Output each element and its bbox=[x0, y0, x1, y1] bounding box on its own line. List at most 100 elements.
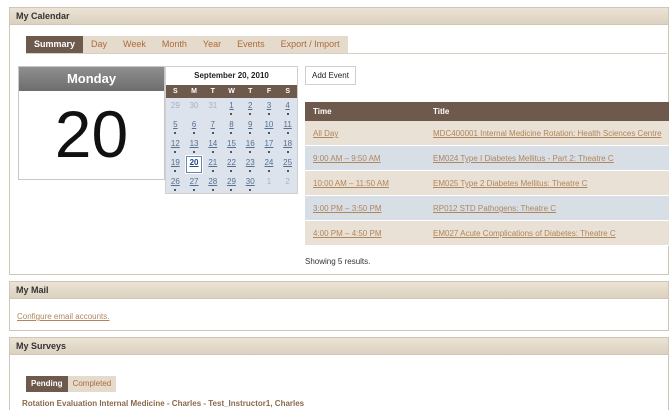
mini-calendar-day[interactable]: 27 bbox=[185, 174, 204, 193]
mail-panel-header: My Mail bbox=[10, 282, 668, 299]
surveys-panel: My Surveys Pending Completed Rotation Ev… bbox=[9, 337, 669, 410]
weekday-label: M bbox=[191, 88, 197, 95]
tab-day[interactable]: Day bbox=[83, 36, 116, 53]
mini-calendar-day[interactable]: 13 bbox=[185, 136, 204, 155]
events-table-body: All Day MDC400001 Internal Medicine Rotat… bbox=[305, 121, 669, 246]
mini-calendar-day[interactable]: 6 bbox=[185, 117, 204, 136]
event-time-link[interactable]: All Day bbox=[313, 129, 338, 138]
mini-calendar-day[interactable]: 12 bbox=[166, 136, 185, 155]
mini-calendar-day[interactable]: 26 bbox=[166, 174, 185, 193]
mini-calendar-day[interactable]: 21 bbox=[203, 155, 222, 174]
table-row: 4:00 PM – 4:50 PM EM027 Acute Complicatio… bbox=[305, 221, 669, 246]
mini-calendar-day[interactable]: 10 bbox=[260, 117, 279, 136]
mini-calendar-day: 31 bbox=[208, 101, 218, 110]
mini-calendar-day[interactable]: 3 bbox=[260, 98, 279, 117]
mini-calendar-day[interactable]: 11 bbox=[278, 117, 297, 136]
configure-email-link[interactable]: Configure email accounts. bbox=[17, 312, 110, 321]
tab-month[interactable]: Month bbox=[153, 36, 195, 53]
mini-calendar-day[interactable]: 4 bbox=[278, 98, 297, 117]
event-time-link[interactable]: 3:00 PM – 3:50 PM bbox=[313, 204, 381, 213]
weekday-label: F bbox=[266, 88, 272, 95]
tab-year[interactable]: Year bbox=[194, 36, 230, 53]
mini-calendar-day-today[interactable]: 20 bbox=[184, 155, 204, 174]
calendar-panel-header: My Calendar bbox=[10, 8, 668, 25]
event-time-cell: All Day bbox=[305, 121, 427, 145]
event-time-link[interactable]: 10:00 AM – 11:50 AM bbox=[313, 179, 389, 188]
mini-calendar-day[interactable]: 28 bbox=[203, 174, 222, 193]
mini-calendar: September 20, 2010 SMTWTFS 29 30 31 1 2 3 4 5 6 7… bbox=[165, 66, 298, 194]
mini-calendar-day[interactable]: 15 bbox=[222, 136, 241, 155]
table-row: All Day MDC400001 Internal Medicine Rotat… bbox=[305, 121, 669, 146]
mini-calendar-day[interactable]: 17 bbox=[260, 136, 279, 155]
events-table-header: Time Title bbox=[305, 102, 669, 121]
event-title-link[interactable]: EM024 Type I Diabetes Mellitus - Part 2:… bbox=[433, 154, 614, 163]
tab-events[interactable]: Events bbox=[229, 36, 273, 53]
table-row: 3:00 PM – 3:50 PM RP012 STD Pathogens: Th… bbox=[305, 196, 669, 221]
events-table: Time Title All Day MDC400001 Internal Med… bbox=[305, 102, 669, 246]
column-header-time: Time bbox=[313, 107, 332, 116]
table-row: 9:00 AM – 9:50 AM EM024 Type I Diabetes M… bbox=[305, 146, 669, 171]
mini-calendar-day[interactable]: 16 bbox=[241, 136, 260, 155]
event-title-cell: MDC400001 Internal Medicine Rotation: He… bbox=[427, 121, 669, 145]
survey-item-link[interactable]: Rotation Evaluation Internal Medicine - … bbox=[22, 399, 304, 408]
event-time-cell: 3:00 PM – 3:50 PM bbox=[305, 196, 427, 220]
mini-calendar-day[interactable]: 30 bbox=[241, 174, 260, 193]
event-title-cell: EM025 Type 2 Diabetes Mellitus: Theatre … bbox=[427, 171, 669, 195]
mini-calendar-day[interactable]: 29 bbox=[222, 174, 241, 193]
mini-calendar-day: 29 bbox=[170, 101, 180, 110]
mini-calendar-day[interactable]: 2 bbox=[241, 98, 260, 117]
event-time-link[interactable]: 4:00 PM – 4:50 PM bbox=[313, 229, 381, 238]
day-number: 20 bbox=[54, 97, 129, 171]
weekday-label: S bbox=[173, 88, 178, 95]
mini-calendar-day[interactable]: 19 bbox=[166, 155, 185, 174]
mini-calendar-day[interactable]: 22 bbox=[222, 155, 241, 174]
surveys-panel-header: My Surveys bbox=[10, 338, 668, 355]
event-title-cell: EM024 Type I Diabetes Mellitus - Part 2:… bbox=[427, 146, 669, 170]
event-time-cell: 10:00 AM – 11:50 AM bbox=[305, 171, 427, 195]
mini-calendar-grid: 29 30 31 1 2 3 4 5 6 7 8 9 10 11 12 13 14 15 16 17 18 19 20 21 2… bbox=[166, 98, 297, 193]
day-name: Monday bbox=[19, 67, 164, 91]
results-count: Showing 5 results. bbox=[305, 257, 371, 266]
tab-completed[interactable]: Completed bbox=[67, 376, 117, 392]
tab-divider bbox=[26, 53, 667, 54]
column-header-title: Title bbox=[433, 107, 450, 116]
mini-calendar-day[interactable]: 1 bbox=[222, 98, 241, 117]
tab-pending[interactable]: Pending bbox=[26, 376, 68, 392]
survey-tabs: Pending Completed bbox=[26, 376, 117, 392]
event-title-link[interactable]: RP012 STD Pathogens: Theatre C bbox=[433, 204, 556, 213]
mini-calendar-title: September 20, 2010 bbox=[166, 67, 297, 85]
mini-calendar-day[interactable]: 9 bbox=[241, 117, 260, 136]
mini-calendar-day[interactable]: 8 bbox=[222, 117, 241, 136]
mini-calendar-day[interactable]: 18 bbox=[278, 136, 297, 155]
add-event-button[interactable]: Add Event bbox=[305, 66, 356, 85]
weekday-header: SMTWTFS bbox=[166, 85, 297, 98]
mini-calendar-day[interactable]: 14 bbox=[203, 136, 222, 155]
table-row: 10:00 AM – 11:50 AM EM025 Type 2 Diabetes… bbox=[305, 171, 669, 196]
weekday-label: S bbox=[285, 88, 290, 95]
event-title-link[interactable]: EM027 Acute Complications of Diabetes: T… bbox=[433, 229, 616, 238]
event-time-link[interactable]: 9:00 AM – 9:50 AM bbox=[313, 154, 381, 163]
mail-panel: My Mail Configure email accounts. bbox=[9, 281, 669, 331]
mini-calendar-day[interactable]: 24 bbox=[260, 155, 279, 174]
mini-calendar-day[interactable]: 25 bbox=[278, 155, 297, 174]
tab-summary[interactable]: Summary bbox=[26, 36, 84, 53]
event-title-cell: EM027 Acute Complications of Diabetes: T… bbox=[427, 221, 669, 245]
weekday-label: T bbox=[248, 88, 253, 95]
mini-calendar-day: 30 bbox=[189, 101, 199, 110]
mini-calendar-day[interactable]: 23 bbox=[241, 155, 260, 174]
mini-calendar-day: 1 bbox=[266, 177, 272, 186]
event-title-link[interactable]: EM025 Type 2 Diabetes Mellitus: Theatre … bbox=[433, 179, 587, 188]
calendar-panel: My Calendar Summary Day Week Month Year … bbox=[9, 7, 669, 275]
event-time-cell: 4:00 PM – 4:50 PM bbox=[305, 221, 427, 245]
mini-calendar-day[interactable]: 5 bbox=[166, 117, 185, 136]
tab-export-import[interactable]: Export / Import bbox=[272, 36, 348, 53]
calendar-tabs: Summary Day Week Month Year Events Expor… bbox=[26, 36, 348, 53]
day-display: Monday 20 bbox=[18, 66, 165, 180]
weekday-label: T bbox=[210, 88, 215, 95]
weekday-label: W bbox=[228, 88, 235, 95]
event-time-cell: 9:00 AM – 9:50 AM bbox=[305, 146, 427, 170]
mini-calendar-day[interactable]: 7 bbox=[203, 117, 222, 136]
event-title-cell: RP012 STD Pathogens: Theatre C bbox=[427, 196, 669, 220]
tab-week[interactable]: Week bbox=[115, 36, 154, 53]
event-title-link[interactable]: MDC400001 Internal Medicine Rotation: He… bbox=[433, 129, 662, 138]
